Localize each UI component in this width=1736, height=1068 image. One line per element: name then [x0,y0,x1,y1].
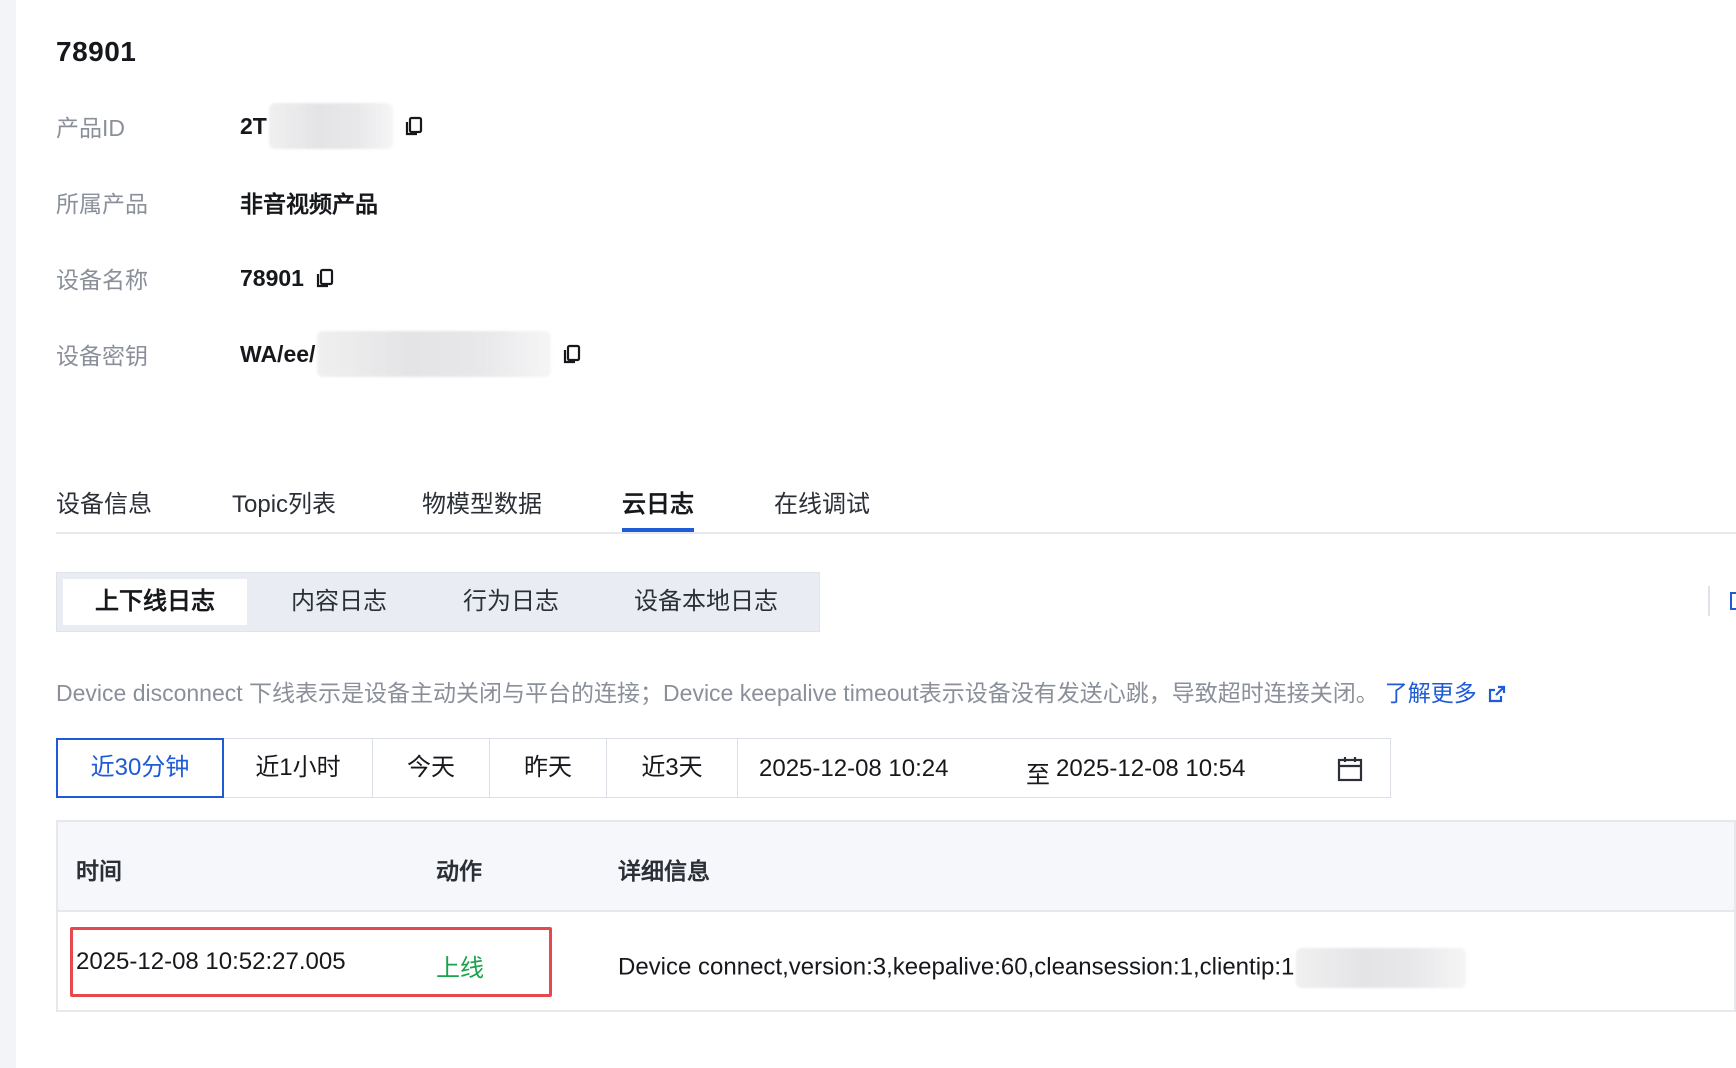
product-value: 非音视频产品 [240,191,378,217]
toolbar-divider [1708,586,1710,616]
device-secret-label: 设备密钥 [56,343,148,369]
row-time: 2025-12-08 10:52:27.005 [76,948,346,975]
range-last-3-days[interactable]: 近3天 [606,738,738,798]
product-row: 所属产品 非音视频产品 [56,177,1056,227]
tab-cloud-log[interactable]: 云日志 [622,484,694,532]
device-detail-page: 78901 产品ID 2T 所属产品 非音视频产品 设备名称 78901 设备密… [56,0,1736,1068]
subtab-online-offline-log[interactable]: 上下线日志 [63,579,247,625]
table-header: 时间 动作 详细信息 [58,822,1734,912]
main-tabs: 设备信息 Topic列表 物模型数据 云日志 在线调试 [56,470,1736,534]
notice-text: Device disconnect 下线表示是设备主动关闭与平台的连接；Devi… [56,680,1379,706]
external-link-icon[interactable] [1487,683,1507,703]
date-range-from: 2025-12-08 10:24 [759,755,949,782]
learn-more-link[interactable]: 了解更多 [1385,680,1477,706]
device-name-row: 设备名称 78901 [56,253,1056,303]
subtab-content-log[interactable]: 内容日志 [253,579,425,625]
table-row: 2025-12-08 10:52:27.005 上线 Device connec… [58,912,1734,1010]
log-table: 时间 动作 详细信息 2025-12-08 10:52:27.005 上线 De… [56,820,1736,1012]
product-id-label: 产品ID [56,115,125,141]
copy-icon[interactable] [561,343,583,365]
tab-thing-model-data[interactable]: 物模型数据 [422,484,542,544]
device-name-value: 78901 [240,265,336,292]
product-id-row: 产品ID 2T [56,101,1056,151]
calendar-icon[interactable] [1336,755,1364,783]
page-title: 78901 [56,36,137,67]
copy-icon[interactable] [314,267,336,289]
subtab-behavior-log[interactable]: 行为日志 [425,579,597,625]
product-id-text: 2T [240,112,267,139]
masked-value [1296,948,1467,988]
column-header-action: 动作 [436,858,482,884]
log-notice: Device disconnect 下线表示是设备主动关闭与平台的连接；Devi… [56,674,1507,708]
device-name-label: 设备名称 [56,267,148,293]
masked-value [268,103,393,149]
device-secret-value: WA/ee/ [240,331,583,377]
copy-icon[interactable] [403,115,425,137]
toolbar-icon[interactable] [1730,592,1736,610]
left-rail [0,0,16,1068]
range-last-1-hour[interactable]: 近1小时 [223,738,373,798]
subtab-device-local-log[interactable]: 设备本地日志 [597,579,815,625]
range-last-30-min[interactable]: 近30分钟 [56,738,224,798]
device-name-text: 78901 [240,264,304,291]
column-header-time: 时间 [76,858,122,884]
column-header-detail: 详细信息 [618,858,710,884]
tab-device-info[interactable]: 设备信息 [56,484,152,544]
range-yesterday[interactable]: 昨天 [489,738,607,798]
date-range-to: 2025-12-08 10:54 [1056,755,1246,782]
row-detail: Device connect,version:3,keepalive:60,cl… [618,948,1467,988]
row-action: 上线 [436,955,484,982]
device-secret-row: 设备密钥 WA/ee/ [56,329,1056,379]
product-id-value: 2T [240,103,425,149]
time-range-selector: 近30分钟 近1小时 今天 昨天 近3天 2025-12-08 10:24 至 … [56,738,1391,798]
masked-value [317,331,552,377]
log-type-switch: 上下线日志 内容日志 行为日志 设备本地日志 [56,572,820,632]
device-secret-text: WA/ee/ [240,340,316,367]
range-today[interactable]: 今天 [372,738,490,798]
date-range-separator: 至 [1026,762,1050,789]
row-detail-text: Device connect,version:3,keepalive:60,cl… [618,953,1295,981]
tab-topic-list[interactable]: Topic列表 [232,484,336,544]
product-label: 所属产品 [56,191,148,217]
tab-online-debug[interactable]: 在线调试 [774,484,870,544]
date-range-picker[interactable]: 2025-12-08 10:24 至 2025-12-08 10:54 [737,738,1391,798]
